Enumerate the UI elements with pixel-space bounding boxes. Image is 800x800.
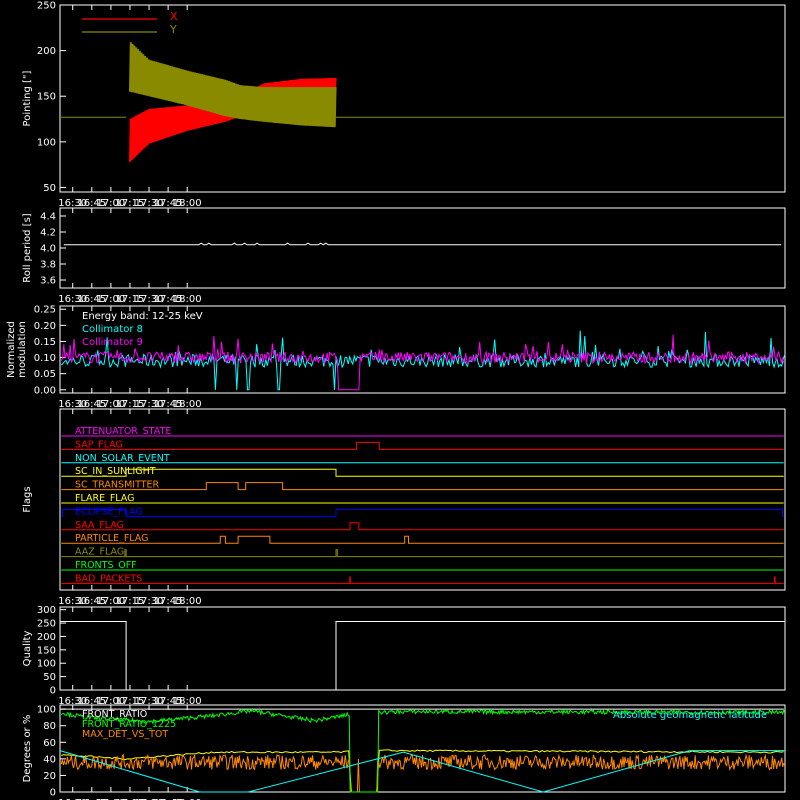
flag-sap-flag-line bbox=[61, 441, 784, 450]
pointing-ytick-label: 150 bbox=[37, 92, 56, 103]
flag-label: SAA_FLAG bbox=[75, 520, 124, 531]
roll-ytick-label: 4.4 bbox=[40, 212, 56, 223]
quality-ytick-label: 100 bbox=[37, 659, 56, 670]
quality-ytick-label: 0 bbox=[50, 686, 56, 697]
max-det-vs-tot-line bbox=[60, 753, 786, 793]
quality-ytick-label: 200 bbox=[37, 632, 56, 643]
pointing-ylabel: Pointing ["] bbox=[22, 70, 33, 126]
flag-saa-flag-line bbox=[61, 522, 784, 531]
pointing-ytick-label: 50 bbox=[43, 183, 56, 194]
ratios-ytick-label: 20 bbox=[43, 771, 56, 782]
mod-ylabel: modulation bbox=[17, 321, 28, 378]
ratios-ylabel: Degrees or % bbox=[22, 715, 33, 783]
pointing-ytick-label: 200 bbox=[37, 46, 56, 57]
panel-roll-period: 16:3016:4517:0017:1517:3017:4518:003.63.… bbox=[22, 207, 786, 305]
panel-pointing: 16:3016:4517:0017:1517:3017:4518:0050100… bbox=[22, 1, 786, 209]
quality-ytick-label: 300 bbox=[37, 605, 56, 616]
ratios-ytick-label: 40 bbox=[43, 754, 56, 765]
mod-ytick-label: 0.25 bbox=[34, 305, 56, 316]
flag-label: SC_TRANSMITTER bbox=[75, 480, 160, 491]
flag-particle-flag-line bbox=[61, 535, 784, 544]
roll-ytick-label: 3.8 bbox=[40, 260, 56, 271]
legend-label: Collimator 8 bbox=[82, 324, 143, 335]
roll-ytick-label: 4.0 bbox=[40, 244, 56, 255]
ratios-ytick-label: 60 bbox=[43, 738, 56, 749]
pointing-xtick-label: 18:00 bbox=[173, 198, 202, 209]
flag-sc-in-sunlight-line bbox=[61, 468, 784, 477]
quality-ytick-label: 150 bbox=[37, 645, 56, 656]
flag-label: AAZ_FLAG bbox=[75, 547, 124, 558]
flag-label: ATTENUATOR_STATE bbox=[75, 426, 171, 437]
mod-ytick-label: 0.10 bbox=[34, 353, 56, 364]
flag-label: BAD_PACKETS bbox=[75, 573, 142, 584]
ratios-ytick-label: 80 bbox=[43, 721, 56, 732]
energy-band-label: Energy band: 12-25 keV bbox=[82, 311, 203, 322]
flag-label: SAP_FLAG bbox=[75, 439, 123, 450]
panel-flags: 16:3016:4517:0017:1517:3017:4518:00Flags… bbox=[22, 408, 786, 607]
flag-label: ECLIPSE_FLAG bbox=[75, 506, 143, 517]
ratios-ytick-label: 0 bbox=[50, 788, 56, 799]
legend-label: Y bbox=[169, 23, 177, 36]
flag-eclipse-flag-line bbox=[61, 508, 784, 517]
pointing-ytick-label: 100 bbox=[37, 137, 56, 148]
flag-aaz-flag-line bbox=[61, 549, 784, 558]
quality-ytick-label: 50 bbox=[43, 672, 56, 683]
collimator-9-line bbox=[60, 334, 785, 391]
roll-xtick-label: 18:00 bbox=[173, 294, 202, 305]
flag-label: NON_SOLAR_EVENT bbox=[75, 453, 170, 464]
roll-frame bbox=[59, 207, 786, 289]
legend-label: X bbox=[170, 10, 178, 23]
roll-ytick-label: 3.6 bbox=[40, 276, 56, 287]
legend-label: MAX_DET_VS_TOT bbox=[82, 729, 168, 740]
quality-line bbox=[60, 621, 785, 691]
quality-ylabel: Quality bbox=[22, 631, 33, 667]
flag-label: FLARE_FLAG bbox=[75, 493, 135, 504]
pointing-ytick-label: 250 bbox=[37, 1, 56, 12]
mod-ytick-label: 0.05 bbox=[34, 369, 56, 380]
quality-frame bbox=[59, 606, 786, 691]
roll-ytick-label: 4.2 bbox=[40, 228, 56, 239]
mod-ylabel: Normalized bbox=[6, 321, 17, 378]
legend-label: Collimator 9 bbox=[82, 337, 143, 348]
flags-xtick-label: 18:00 bbox=[173, 596, 202, 607]
quality-ytick-label: 250 bbox=[37, 619, 56, 630]
mod-ytick-label: 0.00 bbox=[34, 385, 56, 396]
mod-xtick-label: 18:00 bbox=[173, 399, 202, 410]
ratios-ytick-label: 100 bbox=[37, 705, 56, 716]
flag-label: SC_IN_SUNLIGHT bbox=[75, 466, 156, 477]
panel-modulation: 16:3016:4517:0017:1517:3017:4518:000.000… bbox=[6, 305, 786, 410]
roll-period-line bbox=[63, 242, 782, 246]
figure: 16:3016:4517:0017:1517:3017:4518:0050100… bbox=[0, 0, 800, 800]
panel-ratios: 16:3016:4517:0017:1517:3017:4518:0002040… bbox=[22, 704, 786, 800]
mod-ytick-label: 0.20 bbox=[34, 321, 56, 332]
legend-label: Absolute geomagnetic latitude bbox=[613, 710, 767, 721]
panel-quality: 16:3016:4517:0017:1517:3017:4518:0005010… bbox=[22, 605, 786, 707]
mod-ytick-label: 0.15 bbox=[34, 337, 56, 348]
flag-sc-transmitter-line bbox=[61, 482, 784, 491]
flags-ylabel: Flags bbox=[22, 486, 33, 512]
roll-ylabel: Roll period [s] bbox=[22, 213, 33, 282]
flag-label: FRONTS_OFF bbox=[75, 560, 137, 571]
flag-label: PARTICLE_FLAG bbox=[75, 533, 148, 544]
